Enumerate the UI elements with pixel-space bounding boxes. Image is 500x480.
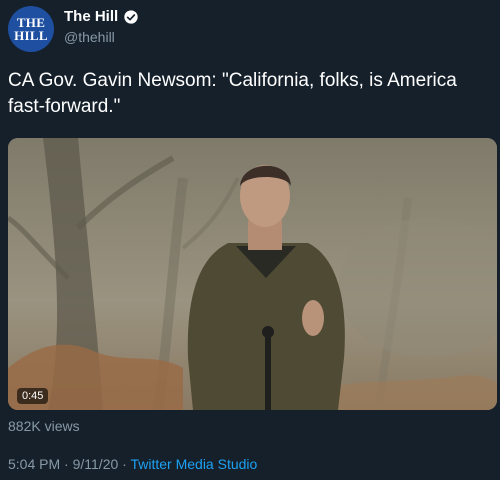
tweet-time[interactable]: 5:04 PM	[8, 456, 60, 472]
account-handle[interactable]: @thehill	[64, 29, 139, 45]
verified-badge-icon	[124, 9, 138, 24]
avatar[interactable]: THE HILL	[8, 6, 54, 52]
avatar-text-line2: HILL	[14, 28, 48, 43]
tweet-source-link[interactable]: Twitter Media Studio	[130, 456, 257, 472]
meta-separator: ·	[60, 456, 73, 472]
tweet-header: THE HILL The Hill @thehill	[8, 6, 488, 52]
meta-separator: ·	[118, 456, 131, 472]
display-name[interactable]: The Hill	[64, 8, 118, 25]
tweet-metadata: 5:04 PM · 9/11/20 · Twitter Media Studio	[8, 456, 257, 472]
video-duration-badge: 0:45	[17, 388, 49, 404]
video-frame	[8, 138, 497, 410]
account-info: The Hill @thehill	[64, 8, 139, 45]
video-player[interactable]: 0:45	[8, 138, 497, 410]
tweet-text: CA Gov. Gavin Newsom: "California, folks…	[8, 70, 457, 117]
tweet-date[interactable]: 9/11/20	[73, 456, 119, 472]
view-count: 882K views	[8, 418, 80, 434]
